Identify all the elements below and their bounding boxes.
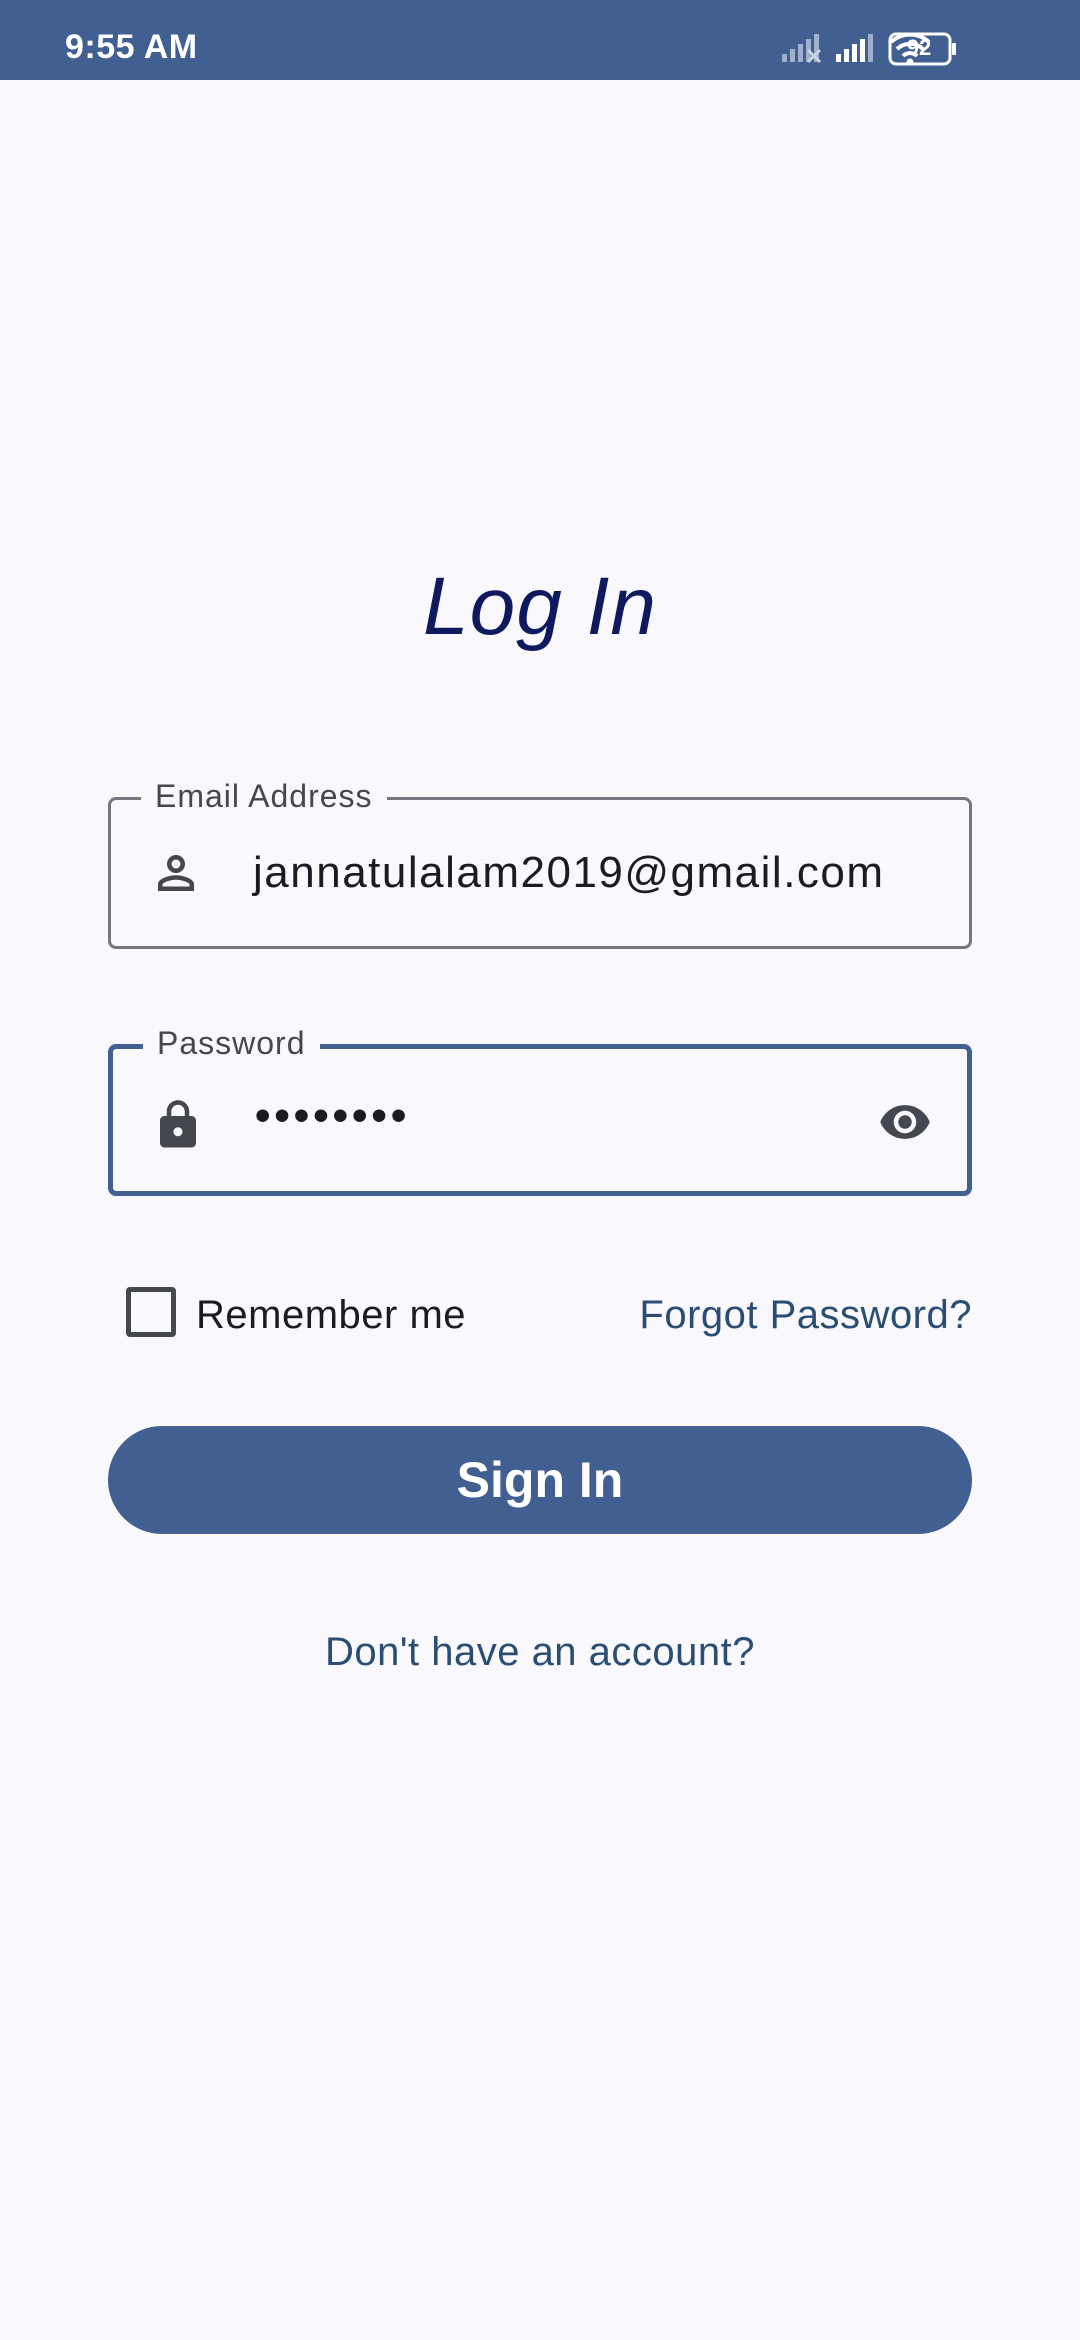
password-field[interactable]: Password •••••••• [108, 1025, 972, 1196]
signal-icon [836, 34, 873, 62]
lock-icon [160, 1100, 196, 1148]
status-icons: 92 [760, 0, 1080, 80]
remember-me-label[interactable]: Remember me [196, 1293, 466, 1338]
status-time: 9:55 AM [65, 28, 198, 66]
person-icon [158, 855, 194, 891]
email-field[interactable]: Email Address jannatulalam2019@gmail.com [108, 778, 972, 949]
sign-in-button[interactable]: Sign In [108, 1426, 972, 1534]
signal-off-icon [782, 34, 822, 64]
password-field-label: Password [143, 1025, 320, 1062]
battery-level: 92 [906, 35, 932, 60]
password-input[interactable]: •••••••• [255, 1091, 410, 1141]
eye-icon[interactable] [873, 1095, 937, 1149]
forgot-password-link[interactable]: Forgot Password? [639, 1293, 972, 1338]
remember-me-checkbox[interactable] [126, 1287, 176, 1337]
email-input[interactable]: jannatulalam2019@gmail.com [253, 848, 885, 898]
email-field-label: Email Address [141, 778, 387, 815]
status-bar: 9:55 AM 92 [0, 0, 1080, 80]
page-title: Log In [423, 561, 657, 652]
signup-link[interactable]: Don't have an account? [0, 1630, 1080, 1675]
